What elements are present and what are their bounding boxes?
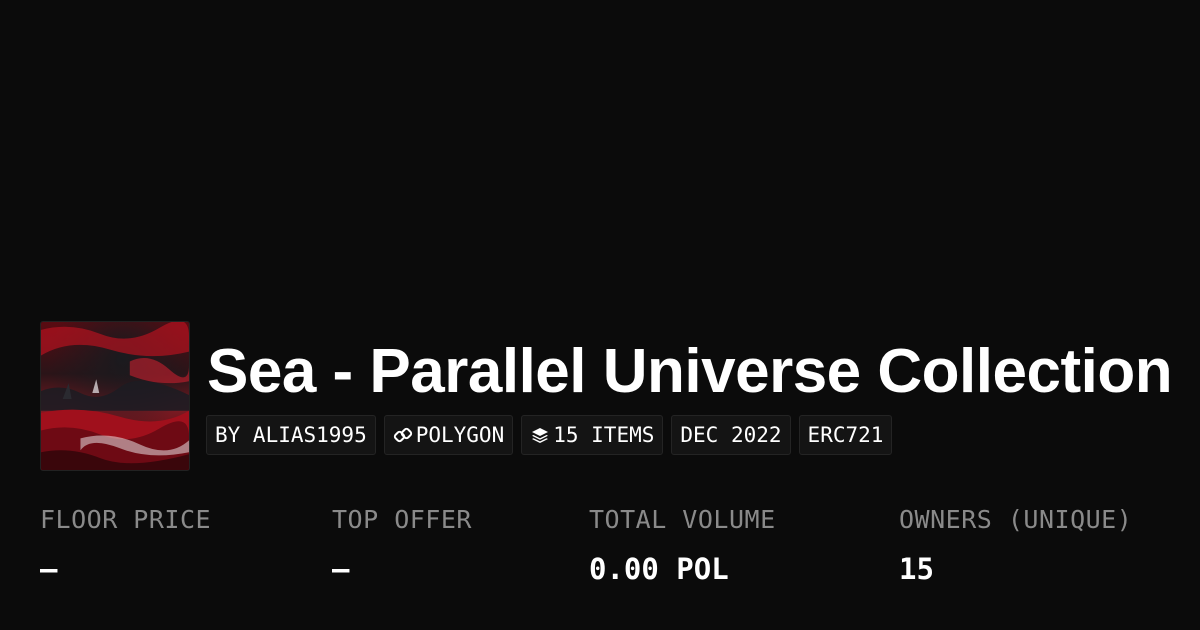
collection-tags: BY ALIAS1995 POLYGON 15 ITEMS DEC 2022 E… xyxy=(206,415,893,455)
items-tag[interactable]: 15 ITEMS xyxy=(521,415,664,455)
stat-label: TOP OFFER xyxy=(332,505,472,534)
stat-label: OWNERS (UNIQUE) xyxy=(899,505,1133,534)
collection-title: Sea - Parallel Universe Collection xyxy=(207,337,1173,406)
polygon-link-icon xyxy=(393,425,413,445)
chain-label: POLYGON xyxy=(415,423,505,447)
stat-value: 0.00 POL xyxy=(589,552,729,586)
stat-owners: OWNERS (UNIQUE) 15 xyxy=(899,505,1132,586)
date-tag: DEC 2022 xyxy=(671,415,791,455)
stat-value: – xyxy=(332,552,350,586)
stat-top-offer: TOP OFFER – xyxy=(332,505,472,586)
standard-label: ERC721 xyxy=(807,423,884,447)
layers-icon xyxy=(530,425,550,445)
creator-label: BY ALIAS1995 xyxy=(215,423,367,447)
collection-thumbnail xyxy=(40,321,190,471)
stat-label: TOTAL VOLUME xyxy=(589,505,776,534)
stat-total-volume: TOTAL VOLUME 0.00 POL xyxy=(589,505,776,586)
stat-label: FLOOR PRICE xyxy=(40,505,212,534)
date-label: DEC 2022 xyxy=(680,423,782,447)
stat-value: 15 xyxy=(899,552,934,586)
items-label: 15 ITEMS xyxy=(553,423,655,447)
standard-tag: ERC721 xyxy=(798,415,893,455)
stat-floor-price: FLOOR PRICE – xyxy=(40,505,211,586)
chain-tag[interactable]: POLYGON xyxy=(383,415,514,455)
collection-image xyxy=(41,322,189,470)
creator-tag[interactable]: BY ALIAS1995 xyxy=(206,415,376,455)
stat-value: – xyxy=(40,552,58,586)
